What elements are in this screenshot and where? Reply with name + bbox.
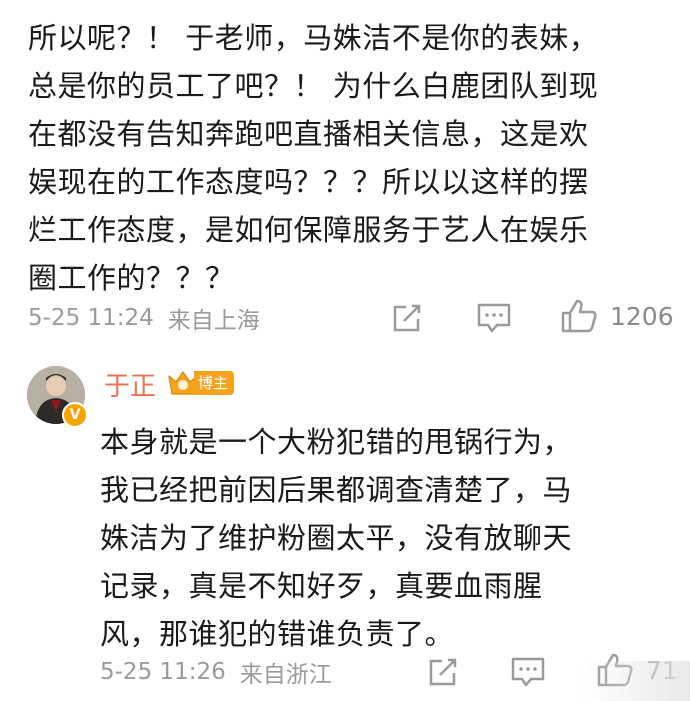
reply-text-line: 记录，真是不知好歹，真要血雨腥 xyxy=(100,569,543,603)
reply-text-line: 风，那谁犯的错谁负责了。 xyxy=(100,617,455,651)
post-timestamp: 5-25 11:24 xyxy=(28,305,154,331)
post-text-line: 总是你的员工了吧？！ 为什么白鹿团队到现 xyxy=(28,69,599,103)
reply-text-line: 本身就是一个大粉犯错的甩锅行为， xyxy=(100,425,573,459)
post-text-line: 圈工作的？？？ xyxy=(28,261,235,295)
post-like-count: 1206 xyxy=(610,302,674,331)
comment-icon[interactable] xyxy=(476,302,512,334)
verified-badge-icon: V xyxy=(62,402,88,428)
reply-text-line: 我已经把前因后果都调查清楚了，马 xyxy=(100,473,573,507)
reply-timestamp: 5-25 11:26 xyxy=(100,659,226,685)
post-text-line: 烂工作态度，是如何保障服务于艺人在娱乐 xyxy=(28,213,589,247)
comment-icon[interactable] xyxy=(510,656,546,688)
post-location: 来自上海 xyxy=(167,308,260,334)
share-icon[interactable] xyxy=(390,302,424,334)
reply-username[interactable]: 于正 xyxy=(104,366,156,403)
thumbs-up-icon[interactable] xyxy=(560,298,598,334)
reply-text-line: 姝洁为了维护粉圈太平，没有放聊天 xyxy=(100,521,573,555)
reply-location: 来自浙江 xyxy=(239,662,332,688)
post-text-line: 娱现在的工作态度吗？？？所以以这样的摆 xyxy=(28,165,589,199)
blogger-tag: 博主 xyxy=(194,371,235,395)
post-meta: 5-25 11:24 来自上海 xyxy=(28,300,260,336)
post-text: 所以呢？！ 于老师，马姝洁不是你的表妹， 总是你的员工了吧？！ 为什么白鹿团队到… xyxy=(28,14,668,302)
reply-text: 本身就是一个大粉犯错的甩锅行为， 我已经把前因后果都调查清楚了，马 姝洁为了维护… xyxy=(100,418,660,658)
reply-meta: 5-25 11:26 来自浙江 xyxy=(100,654,332,690)
share-icon[interactable] xyxy=(426,656,460,688)
watermark-overlay xyxy=(580,661,690,701)
blogger-badge: 博主 xyxy=(166,368,235,398)
post-text-line: 所以呢？！ 于老师，马姝洁不是你的表妹， xyxy=(28,21,599,55)
post-text-line: 在都没有告知奔跑吧直播相关信息，这是欢 xyxy=(28,117,589,151)
